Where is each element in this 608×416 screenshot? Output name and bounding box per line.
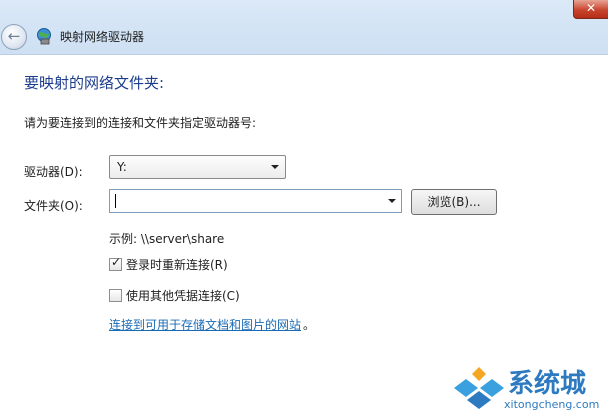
instruction-text: 请为要连接到的连接和文件夹指定驱动器号:	[24, 116, 257, 130]
chevron-down-icon	[271, 165, 279, 169]
browse-button[interactable]: 浏览(B)...	[411, 189, 497, 215]
folder-input[interactable]	[109, 189, 402, 213]
reconnect-checkbox[interactable]: ✓	[109, 255, 122, 271]
watermark-url: xitongcheng.com	[504, 398, 600, 411]
reconnect-label[interactable]: 登录时重新连接(R)	[126, 258, 228, 272]
other-credentials-option[interactable]: 使用其他凭据连接(C)	[109, 287, 240, 304]
drive-select[interactable]: Y:	[109, 155, 286, 179]
reconnect-option[interactable]: ✓ 登录时重新连接(R)	[109, 256, 228, 273]
folder-label: 文件夹(O):	[24, 199, 83, 213]
drive-label: 驱动器(D):	[24, 165, 83, 179]
watermark-logo	[454, 367, 504, 409]
checkmark-icon: ✓	[110, 255, 122, 269]
text-caret	[115, 194, 116, 208]
back-button[interactable]: ←	[1, 24, 27, 50]
window-title: 映射网络驱动器	[60, 30, 145, 44]
close-icon: ✕	[585, 1, 597, 15]
network-drive-icon	[37, 28, 51, 45]
drive-select-value: Y:	[117, 160, 127, 174]
watermark: 系统城 xitongcheng.com	[452, 361, 608, 416]
other-credentials-label[interactable]: 使用其他凭据连接(C)	[126, 289, 240, 303]
other-credentials-checkbox[interactable]	[109, 289, 122, 302]
chevron-down-icon[interactable]	[388, 199, 396, 203]
title-bar: ✕ ← 映射网络驱动器	[0, 0, 608, 55]
page-heading: 要映射的网络文件夹:	[24, 74, 165, 92]
close-button[interactable]: ✕	[573, 0, 608, 19]
example-text: 示例: \\server\share	[109, 232, 225, 246]
link-suffix: 。	[303, 318, 316, 332]
website-link[interactable]: 连接到可用于存储文档和图片的网站	[109, 316, 301, 333]
watermark-text: 系统城	[508, 369, 587, 399]
back-arrow-icon: ←	[7, 27, 21, 45]
